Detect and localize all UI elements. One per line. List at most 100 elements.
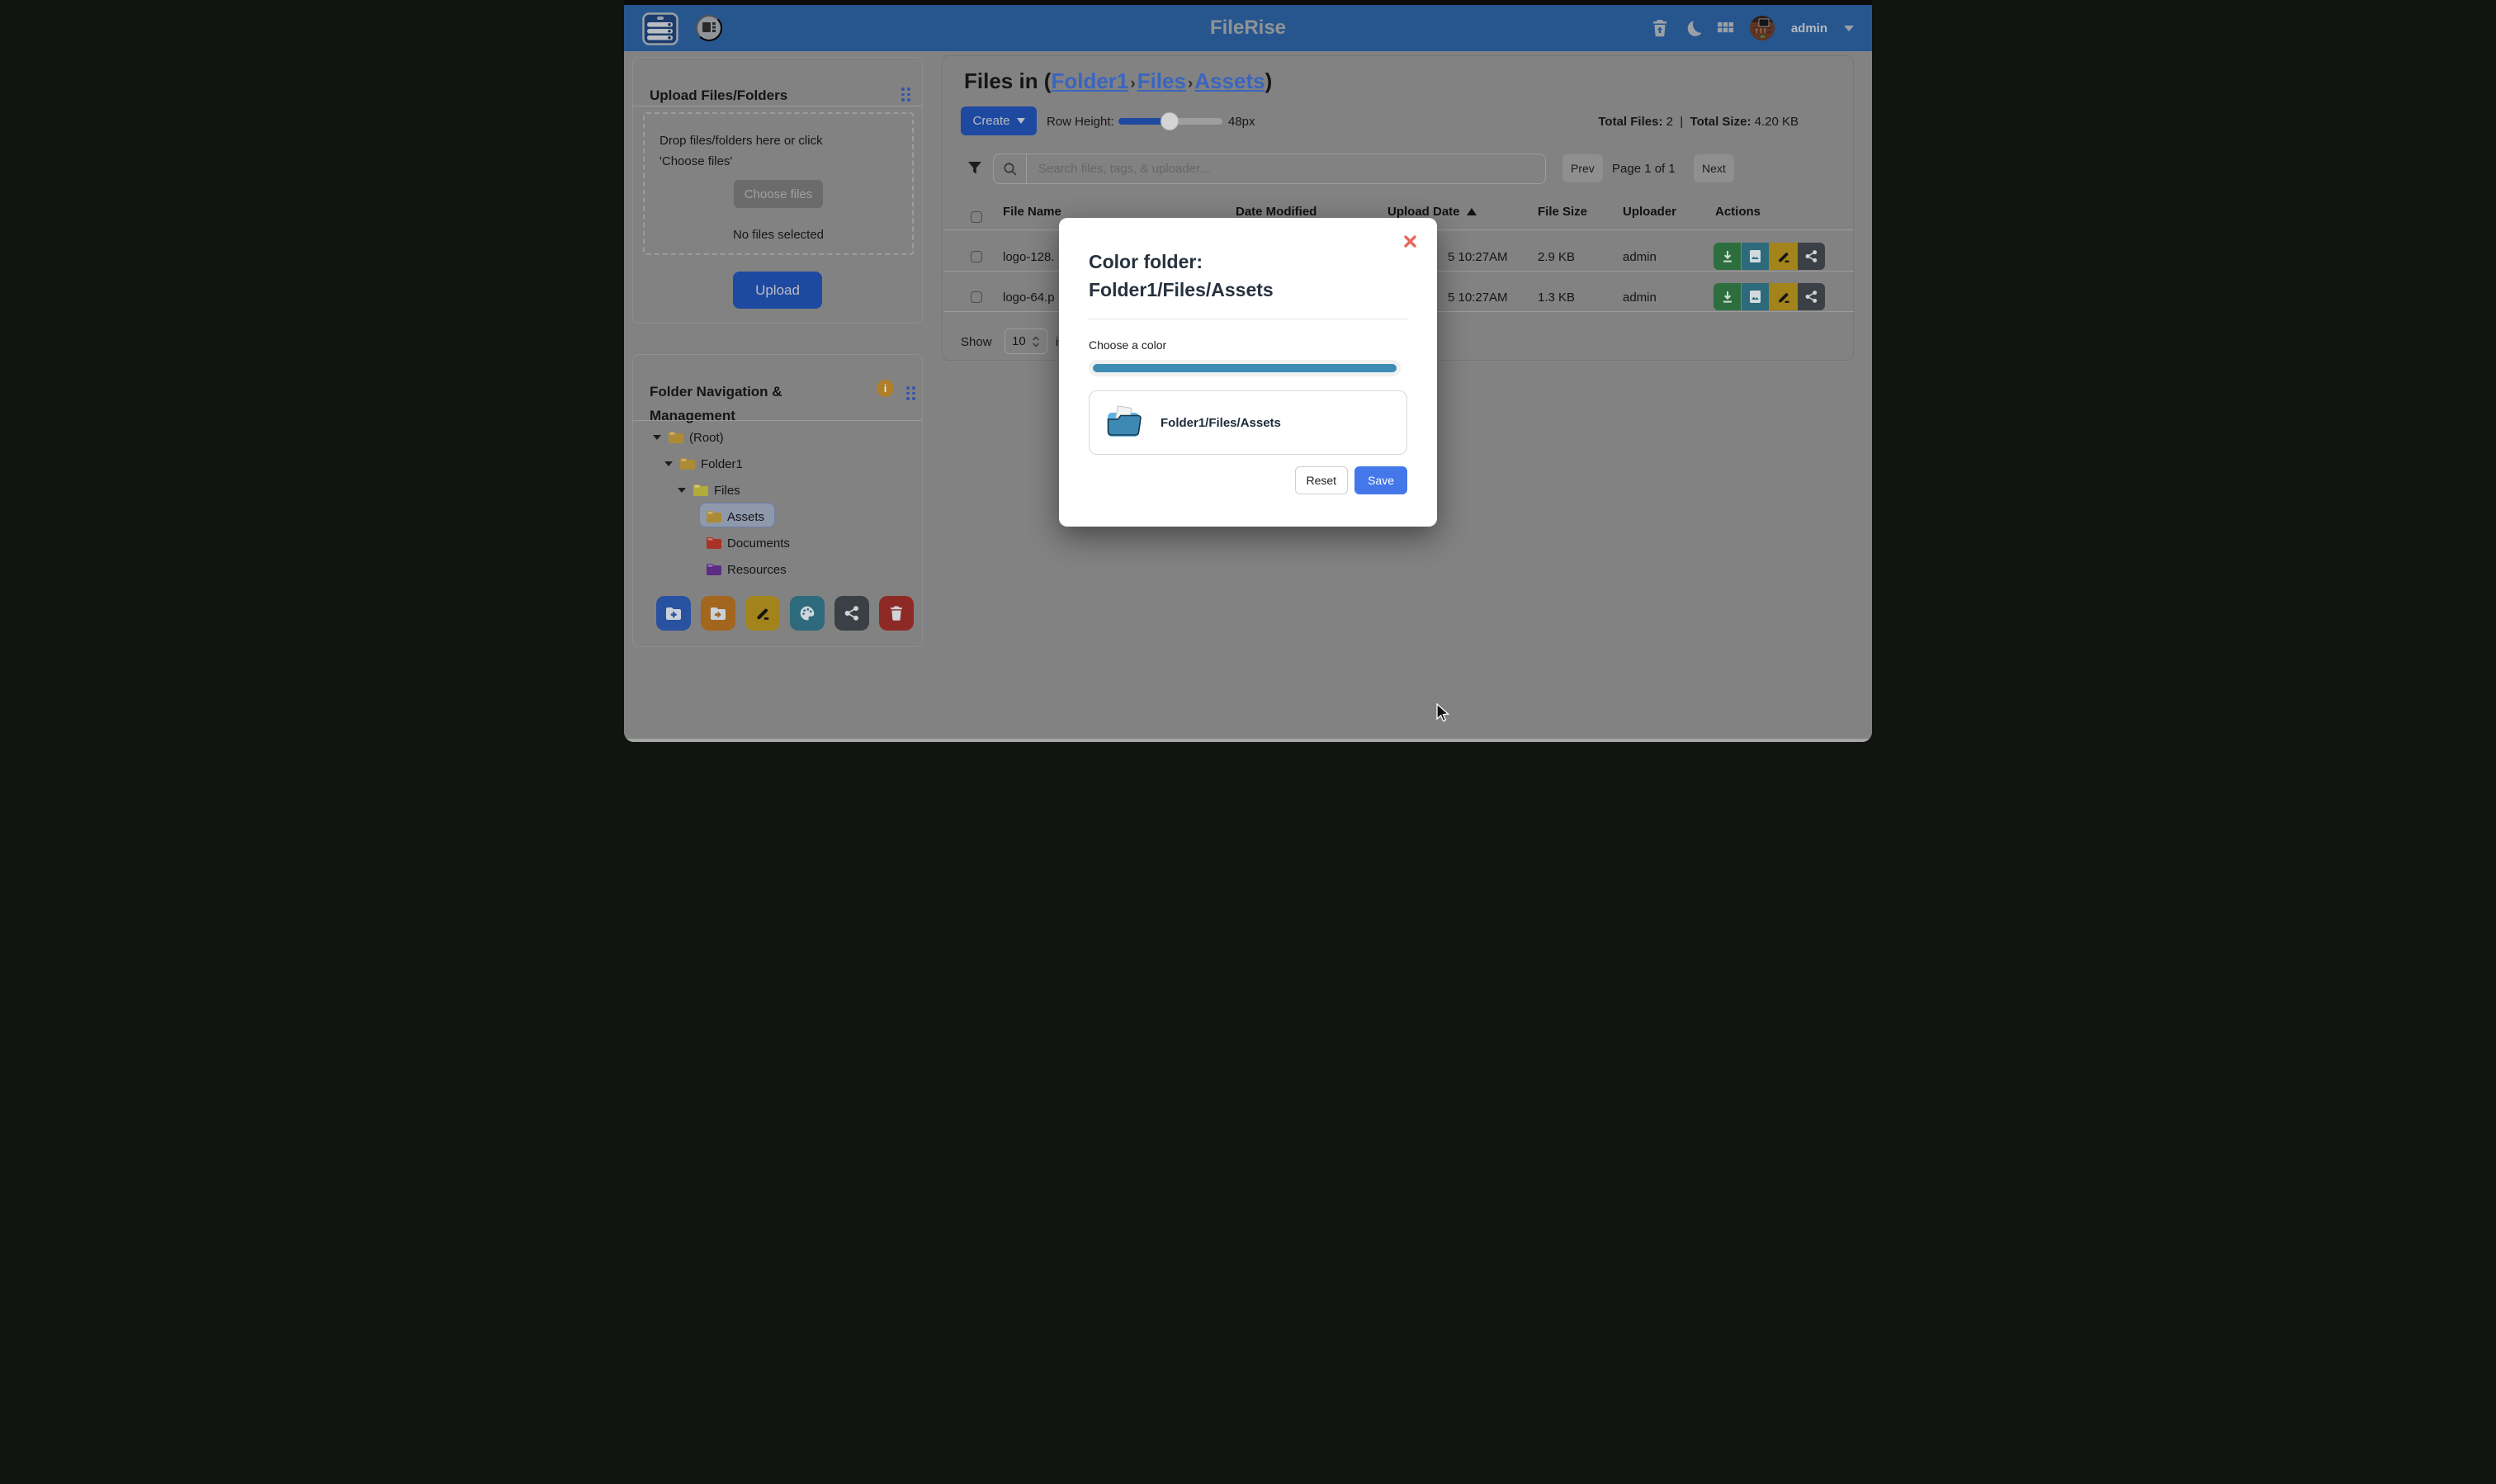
delete-folder-button[interactable] — [879, 596, 914, 631]
choose-files-button[interactable]: Choose files — [734, 180, 823, 208]
color-folder-button[interactable] — [790, 596, 825, 631]
dark-mode-moon-icon[interactable] — [1685, 20, 1701, 37]
column-header-uploader[interactable]: Uploader — [1623, 205, 1676, 219]
row-checkbox[interactable] — [971, 291, 982, 303]
file-name[interactable]: logo-64.p — [1003, 291, 1055, 305]
create-button[interactable]: Create — [961, 106, 1037, 135]
navbar: FileRise — [624, 5, 1872, 51]
palette-icon — [799, 605, 815, 621]
share-folder-button[interactable] — [834, 596, 869, 631]
folder-icon — [693, 484, 709, 497]
column-header-datemodified[interactable]: Date Modified — [1236, 205, 1317, 219]
totals-summary: Total Files: 2 | Total Size: 4.20 KB — [1598, 115, 1799, 129]
breadcrumb-separator: › — [1128, 75, 1137, 92]
row-checkbox[interactable] — [971, 251, 982, 262]
page-size-select[interactable]: 10 — [1005, 328, 1047, 354]
slider-thumb[interactable] — [1161, 112, 1179, 130]
edit-button[interactable] — [1770, 243, 1797, 270]
expand-arrow-icon[interactable] — [678, 488, 686, 493]
upload-button[interactable]: Upload — [733, 272, 822, 309]
search-input[interactable] — [1027, 162, 1545, 176]
edit-button[interactable] — [1770, 283, 1797, 310]
edit-pencil-icon — [755, 606, 770, 621]
select-chevrons-icon — [1032, 336, 1040, 347]
column-header-uploaddate[interactable]: Upload Date — [1387, 205, 1477, 219]
choose-color-label: Choose a color — [1089, 338, 1166, 352]
breadcrumb-assets[interactable]: Assets — [1194, 69, 1265, 93]
dropzone-text: Drop files/folders here or click'Choose … — [659, 130, 891, 172]
row-actions — [1714, 283, 1825, 310]
trash-restore-icon[interactable] — [1652, 19, 1668, 37]
selected-color-swatch[interactable] — [1093, 364, 1397, 372]
folder-plus-icon — [665, 607, 682, 621]
expand-arrow-icon[interactable] — [653, 435, 661, 440]
drag-handle-icon[interactable] — [901, 87, 910, 102]
folder-path-label: Folder1/Files/Assets — [1161, 416, 1281, 430]
folder-icon — [679, 457, 696, 470]
breadcrumb-separator: › — [1186, 75, 1194, 92]
upload-panel-title: Upload Files/Folders — [650, 87, 787, 104]
uploader: admin — [1623, 250, 1657, 264]
rename-folder-button[interactable] — [745, 596, 780, 631]
row-height-value: 48px — [1228, 115, 1255, 129]
apps-grid-icon[interactable] — [1718, 21, 1733, 36]
file-name[interactable]: logo-128. — [1003, 250, 1055, 264]
show-label: Show — [961, 335, 992, 349]
next-page-button[interactable]: Next — [1694, 154, 1734, 182]
column-header-filename[interactable]: File Name — [1003, 205, 1061, 219]
folder-icon — [706, 510, 722, 523]
page-indicator: Page 1 of 1 — [1612, 162, 1676, 176]
file-dropzone[interactable]: Drop files/folders here or click'Choose … — [643, 112, 914, 255]
row-height-slider[interactable] — [1118, 118, 1222, 125]
window-bottom-strip — [624, 739, 1872, 742]
share-icon — [844, 606, 859, 621]
user-avatar[interactable] — [1750, 16, 1775, 40]
mouse-cursor — [1435, 703, 1454, 727]
search-icon — [994, 154, 1027, 183]
folder-icon — [706, 563, 722, 576]
breadcrumb-folder1[interactable]: Folder1 — [1051, 69, 1128, 93]
breadcrumb-files[interactable]: Files — [1137, 69, 1186, 93]
divider — [633, 420, 922, 421]
preview-image-button[interactable] — [1742, 283, 1769, 310]
trash-icon — [890, 606, 903, 621]
close-icon[interactable] — [1403, 234, 1417, 251]
uploader: admin — [1623, 291, 1657, 305]
folder-move-icon — [710, 607, 726, 621]
open-folder-icon — [1104, 405, 1144, 440]
filter-funnel-icon[interactable] — [967, 161, 982, 179]
search-bar — [993, 154, 1546, 184]
save-button[interactable]: Save — [1354, 466, 1407, 494]
upload-date: 5 10:27AM — [1448, 250, 1508, 264]
preview-image-button[interactable] — [1742, 243, 1769, 270]
download-button[interactable] — [1714, 283, 1741, 310]
prev-page-button[interactable]: Prev — [1562, 154, 1603, 182]
column-header-filesize[interactable]: File Size — [1538, 205, 1587, 219]
sort-ascending-icon — [1467, 208, 1477, 215]
folder-icon — [706, 536, 722, 550]
create-folder-button[interactable] — [656, 596, 691, 631]
file-size: 2.9 KB — [1538, 250, 1575, 264]
download-button[interactable] — [1714, 243, 1741, 270]
folder-preview-card: Folder1/Files/Assets — [1089, 390, 1407, 455]
select-all-checkbox[interactable] — [971, 211, 982, 223]
expand-arrow-icon[interactable] — [664, 461, 673, 466]
caret-down-icon — [1017, 118, 1025, 124]
folder-navigation-panel: Folder Navigation & Management i (Root) … — [632, 354, 923, 647]
info-icon[interactable]: i — [877, 380, 894, 397]
username-label[interactable]: admin — [1791, 21, 1827, 35]
no-files-label: No files selected — [645, 228, 912, 242]
user-menu-caret-icon[interactable] — [1844, 26, 1854, 31]
color-folder-modal: Color folder:Folder1/Files/Assets Choose… — [1059, 218, 1437, 527]
folder-icon — [668, 431, 684, 444]
share-button[interactable] — [1798, 283, 1825, 310]
per-page-label-fragment: i — [1056, 335, 1058, 349]
share-button[interactable] — [1798, 243, 1825, 270]
column-header-actions: Actions — [1715, 205, 1761, 219]
row-actions — [1714, 243, 1825, 270]
upload-panel: Upload Files/Folders Drop files/folders … — [632, 57, 923, 324]
move-folder-button[interactable] — [701, 596, 735, 631]
drag-handle-icon[interactable] — [906, 386, 915, 400]
color-picker-track[interactable] — [1089, 360, 1401, 376]
reset-button[interactable]: Reset — [1295, 466, 1349, 494]
